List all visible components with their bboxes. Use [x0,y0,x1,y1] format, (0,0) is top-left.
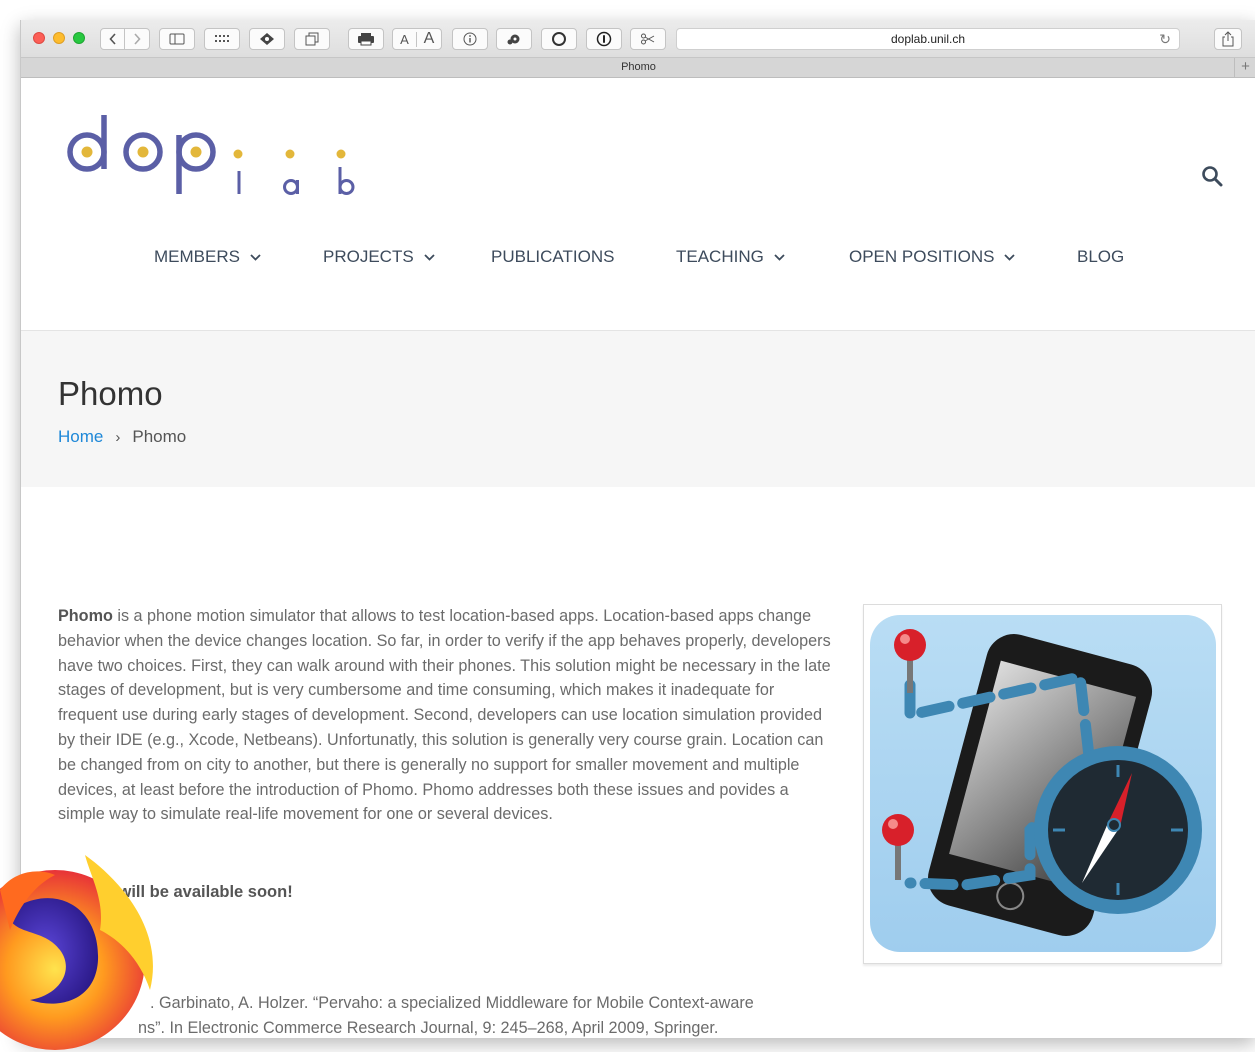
grid-icon [215,35,229,42]
browser-toolbar: A A doplab.unil.ch ↻ [21,20,1255,58]
firefox-logo[interactable] [0,850,160,1052]
tabs-icon [305,32,319,46]
page-title: Phomo [58,375,163,412]
clip-button[interactable] [630,28,666,50]
chevron-down-icon [424,253,435,261]
gear-icon [507,34,520,45]
tag-icon [260,33,274,45]
nav-label: OPEN POSITIONS [849,247,995,266]
nav-item-publications[interactable]: PUBLICATIONS [491,247,614,267]
breadcrumb-separator: › [115,428,121,446]
info-button[interactable] [452,28,488,50]
site-logo[interactable] [63,115,363,201]
url-text: doplab.unil.ch [890,32,966,46]
close-window-button[interactable] [33,32,45,44]
address-bar[interactable]: doplab.unil.ch ↻ [676,28,1180,50]
page-header: Phomo Home › Phomo [21,330,1255,487]
app-icon-image [863,604,1222,964]
extension-button-2[interactable] [496,28,532,50]
increase-font-button[interactable]: A [417,30,441,48]
description-text: is a phone motion simulator that allows … [58,607,831,824]
reference: . Garbinato, A. Holzer. “Pervaho: a spec… [58,991,838,1038]
sidebar-button[interactable] [159,28,195,50]
browser-window: A A doplab.unil.ch ↻ Phomo + MEMBERS PRO… [20,20,1255,1038]
nav-item-blog[interactable]: BLOG [1077,247,1124,267]
project-description: Phomo is a phone motion simulator that a… [58,604,838,827]
chevron-down-icon [250,253,261,261]
top-sites-button[interactable] [204,28,240,50]
sidebar-icon [169,33,185,45]
nav-label: BLOG [1077,247,1125,266]
project-name: Phomo [58,607,113,625]
search-icon[interactable] [1201,165,1223,187]
nav-label: TEACHING [676,247,764,266]
reference-line-2: ns”. In Electronic Commerce Research Jou… [138,1018,719,1037]
back-forward-group [100,28,150,50]
forward-icon[interactable] [125,29,149,49]
back-icon[interactable] [101,29,125,49]
scissors-icon [641,33,655,45]
font-size-group: A A [392,28,442,50]
tabs-overview-button[interactable] [294,28,330,50]
web-page: MEMBERS PROJECTS PUBLICATIONS TEACHING O… [21,79,1255,1038]
nav-item-projects[interactable]: PROJECTS [323,247,435,267]
reload-icon[interactable]: ↻ [1159,31,1171,48]
share-button[interactable] [1214,28,1242,50]
new-tab-button[interactable]: + [1234,58,1255,77]
chevron-down-icon [774,253,785,261]
tab-bar: Phomo + [21,58,1255,78]
share-icon [1222,31,1234,47]
active-tab[interactable]: Phomo [621,61,656,73]
main-nav: MEMBERS PROJECTS PUBLICATIONS TEACHING O… [21,247,1255,271]
nav-item-teaching[interactable]: TEACHING [676,247,785,267]
password-icon [596,31,612,47]
decrease-font-button[interactable]: A [393,31,417,47]
breadcrumb: Home › Phomo [58,427,186,447]
print-button[interactable] [348,28,384,50]
zoom-window-button[interactable] [73,32,85,44]
chevron-down-icon [1004,253,1016,261]
breadcrumb-home-link[interactable]: Home [58,427,103,447]
print-icon [358,33,374,46]
circle-icon [552,32,566,46]
extension-button-3[interactable] [541,28,577,50]
nav-label: PUBLICATIONS [491,247,615,266]
password-manager-button[interactable] [586,28,622,50]
nav-label: PROJECTS [323,247,414,266]
extension-button-1[interactable] [249,28,285,50]
nav-label: MEMBERS [154,247,240,266]
nav-item-open-positions[interactable]: OPEN POSITIONS [849,247,1016,267]
nav-item-members[interactable]: MEMBERS [154,247,261,267]
reference-line-1: . Garbinato, A. Holzer. “Pervaho: a spec… [150,994,754,1012]
minimize-window-button[interactable] [53,32,65,44]
info-icon [463,32,477,46]
breadcrumb-current: Phomo [132,427,187,446]
